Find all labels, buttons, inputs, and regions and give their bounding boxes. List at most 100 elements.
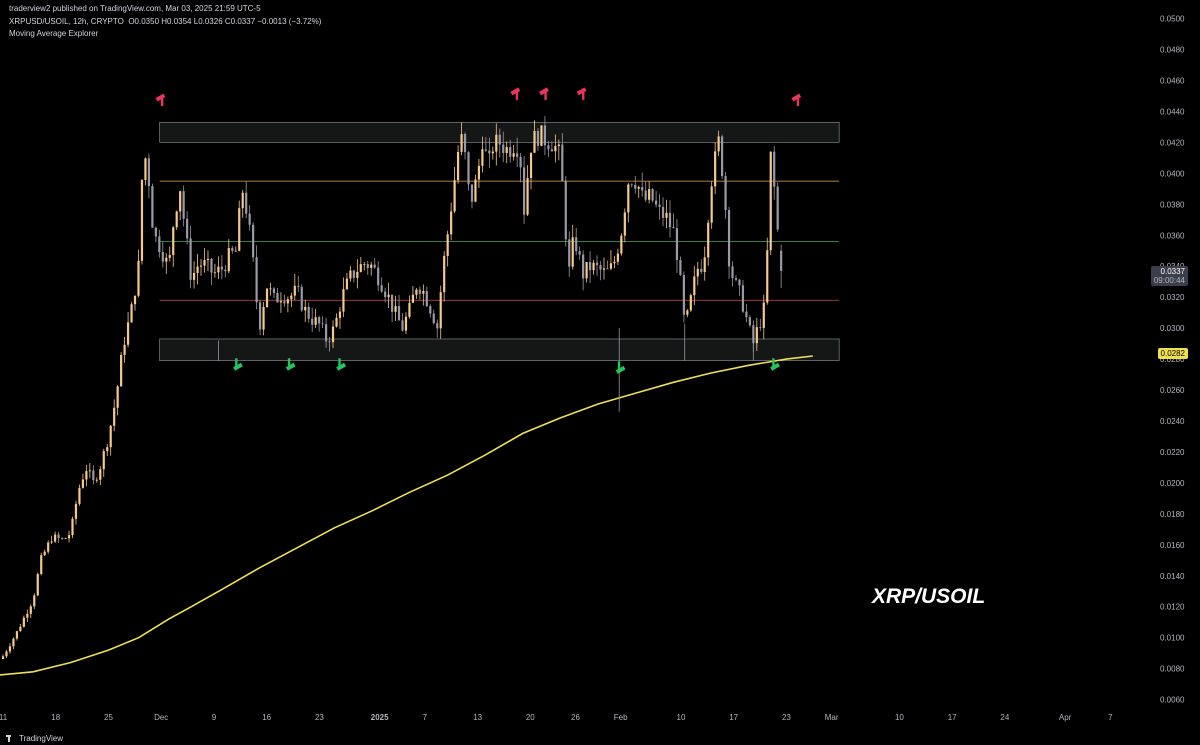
candle-body[interactable] <box>335 317 338 327</box>
candle-body[interactable] <box>436 323 439 329</box>
candle-body[interactable] <box>74 503 78 519</box>
candle-body[interactable] <box>262 306 265 330</box>
candle-body[interactable] <box>467 152 470 185</box>
candle-body[interactable] <box>206 258 210 261</box>
candle-body[interactable] <box>224 269 227 272</box>
candle-body[interactable] <box>637 186 640 189</box>
candle-body[interactable] <box>547 145 550 150</box>
candle-body[interactable] <box>252 224 255 258</box>
candle-body[interactable] <box>495 134 498 152</box>
candle-body[interactable] <box>394 306 397 312</box>
candle-body[interactable] <box>474 179 477 202</box>
candle-body[interactable] <box>745 311 748 318</box>
candle-body[interactable] <box>641 186 644 191</box>
candle-body[interactable] <box>231 248 234 251</box>
candle-body[interactable] <box>759 327 762 328</box>
candle-body[interactable] <box>404 316 408 331</box>
candle-body[interactable] <box>356 271 359 278</box>
candle-body[interactable] <box>529 152 533 179</box>
candle-body[interactable] <box>258 302 262 330</box>
candle-body[interactable] <box>238 208 241 251</box>
candle-body[interactable] <box>773 151 776 187</box>
candle-body[interactable] <box>526 178 529 215</box>
candle-body[interactable] <box>585 262 588 279</box>
candle-body[interactable] <box>36 574 39 596</box>
candle-body[interactable] <box>533 131 536 153</box>
candle-body[interactable] <box>780 250 783 271</box>
candle-body[interactable] <box>321 323 324 325</box>
candle-body[interactable] <box>1 656 5 660</box>
candle-body[interactable] <box>60 537 64 539</box>
candle-body[interactable] <box>453 180 456 212</box>
candle-body[interactable] <box>717 136 720 152</box>
candle-body[interactable] <box>648 189 651 200</box>
candle-body[interactable] <box>686 310 689 315</box>
candle-body[interactable] <box>283 301 286 304</box>
candle-body[interactable] <box>738 279 741 286</box>
candle-body[interactable] <box>78 487 81 504</box>
candle-body[interactable] <box>140 179 144 261</box>
candle-body[interactable] <box>338 311 342 318</box>
candle-body[interactable] <box>217 266 220 273</box>
candle-body[interactable] <box>213 272 217 274</box>
candle-body[interactable] <box>276 292 279 303</box>
candle-body[interactable] <box>311 318 314 325</box>
candle-body[interactable] <box>158 236 161 253</box>
candle-body[interactable] <box>762 302 765 328</box>
candle-body[interactable] <box>661 206 665 218</box>
candle-body[interactable] <box>137 260 140 296</box>
candle-body[interactable] <box>227 248 230 272</box>
candle-body[interactable] <box>81 479 85 488</box>
candle-body[interactable] <box>120 354 123 387</box>
candle-body[interactable] <box>540 125 543 146</box>
candle-body[interactable] <box>748 317 751 326</box>
candle-body[interactable] <box>679 260 682 276</box>
candle-body[interactable] <box>182 191 185 219</box>
candle-body[interactable] <box>390 294 394 312</box>
candle-body[interactable] <box>12 638 15 647</box>
candle-body[interactable] <box>196 266 199 273</box>
candle-body[interactable] <box>161 252 164 262</box>
candle-body[interactable] <box>599 265 602 270</box>
candle-body[interactable] <box>727 210 731 267</box>
candle-body[interactable] <box>481 149 484 166</box>
candle-body[interactable] <box>561 144 564 182</box>
tradingview-logo[interactable]: TradingView <box>6 734 63 743</box>
candle-body[interactable] <box>616 253 619 262</box>
candle-body[interactable] <box>630 184 633 186</box>
candle-body[interactable] <box>724 176 727 211</box>
candle-body[interactable] <box>651 189 654 201</box>
candle-body[interactable] <box>297 285 300 287</box>
candle-body[interactable] <box>627 184 630 213</box>
candle-body[interactable] <box>658 204 661 207</box>
candle-body[interactable] <box>456 151 460 181</box>
candle-body[interactable] <box>265 288 269 307</box>
candle-body[interactable] <box>502 144 505 154</box>
candle-body[interactable] <box>144 158 147 180</box>
candle-body[interactable] <box>707 222 710 258</box>
candle-body[interactable] <box>588 262 592 271</box>
candle-body[interactable] <box>387 294 390 298</box>
candle-body[interactable] <box>234 250 237 252</box>
candle-body[interactable] <box>484 149 487 151</box>
candle-body[interactable] <box>568 239 571 267</box>
candle-body[interactable] <box>543 125 547 146</box>
candle-body[interactable] <box>710 186 713 223</box>
candle-body[interactable] <box>192 272 196 280</box>
candle-body[interactable] <box>210 258 213 273</box>
candle-body[interactable] <box>116 386 119 408</box>
candle-body[interactable] <box>172 227 175 256</box>
candle-body[interactable] <box>179 191 182 212</box>
candle-body[interactable] <box>498 134 501 145</box>
candle-body[interactable] <box>557 144 560 146</box>
candle-body[interactable] <box>408 302 411 317</box>
candle-body[interactable] <box>644 190 647 200</box>
candle-body[interactable] <box>425 291 428 307</box>
candle-body[interactable] <box>602 268 606 270</box>
candle-body[interactable] <box>665 212 668 218</box>
candle-body[interactable] <box>720 136 724 177</box>
candle-body[interactable] <box>522 167 526 215</box>
candle-body[interactable] <box>755 327 758 344</box>
candle-body[interactable] <box>714 151 717 187</box>
candle-body[interactable] <box>307 306 310 319</box>
